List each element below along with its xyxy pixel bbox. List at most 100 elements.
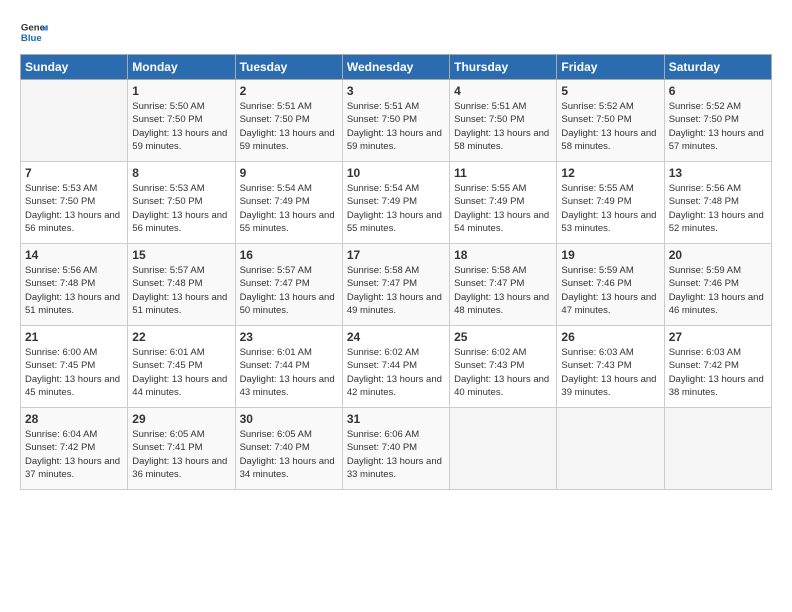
- calendar-cell: [21, 80, 128, 162]
- calendar-table: SundayMondayTuesdayWednesdayThursdayFrid…: [20, 54, 772, 490]
- calendar-cell: 10Sunrise: 5:54 AMSunset: 7:49 PMDayligh…: [342, 162, 449, 244]
- calendar-cell: 6 Sunrise: 5:52 AMSunset: 7:50 PMDaylight…: [664, 80, 771, 162]
- calendar-cell: 1 Sunrise: 5:50 AMSunset: 7:50 PMDaylight…: [128, 80, 235, 162]
- calendar-cell: 22 Sunrise: 6:01 AMSunset: 7:45 PMDayligh…: [128, 326, 235, 408]
- calendar-cell: 3Sunrise: 5:51 AMSunset: 7:50 PMDaylight…: [342, 80, 449, 162]
- day-info: Sunrise: 6:03 AMSunset: 7:43 PMDaylight:…: [561, 346, 659, 399]
- day-number: 1: [132, 84, 230, 98]
- calendar-cell: [557, 408, 664, 490]
- week-row-0: 1 Sunrise: 5:50 AMSunset: 7:50 PMDaylight…: [21, 80, 772, 162]
- day-number: 30: [240, 412, 338, 426]
- day-number: 29: [132, 412, 230, 426]
- header: General Blue: [20, 18, 772, 46]
- day-info: Sunrise: 6:00 AMSunset: 7:45 PMDaylight:…: [25, 346, 123, 399]
- header-sunday: Sunday: [21, 55, 128, 80]
- calendar-cell: 18 Sunrise: 5:58 AMSunset: 7:47 PMDayligh…: [450, 244, 557, 326]
- calendar-cell: 20Sunrise: 5:59 AMSunset: 7:46 PMDayligh…: [664, 244, 771, 326]
- day-number: 13: [669, 166, 767, 180]
- week-row-2: 14 Sunrise: 5:56 AMSunset: 7:48 PMDayligh…: [21, 244, 772, 326]
- calendar-cell: 9 Sunrise: 5:54 AMSunset: 7:49 PMDaylight…: [235, 162, 342, 244]
- day-number: 6: [669, 84, 767, 98]
- day-number: 28: [25, 412, 123, 426]
- calendar-cell: 23Sunrise: 6:01 AMSunset: 7:44 PMDayligh…: [235, 326, 342, 408]
- day-number: 11: [454, 166, 552, 180]
- calendar-cell: 29 Sunrise: 6:05 AMSunset: 7:41 PMDayligh…: [128, 408, 235, 490]
- day-info: Sunrise: 5:51 AMSunset: 7:50 PMDaylight:…: [347, 100, 445, 153]
- calendar-cell: 2Sunrise: 5:51 AMSunset: 7:50 PMDaylight…: [235, 80, 342, 162]
- day-info: Sunrise: 6:01 AMSunset: 7:45 PMDaylight:…: [132, 346, 230, 399]
- calendar-cell: 17 Sunrise: 5:58 AMSunset: 7:47 PMDayligh…: [342, 244, 449, 326]
- day-info: Sunrise: 5:54 AMSunset: 7:49 PMDaylight:…: [240, 182, 338, 235]
- day-number: 19: [561, 248, 659, 262]
- day-number: 7: [25, 166, 123, 180]
- day-number: 25: [454, 330, 552, 344]
- day-info: Sunrise: 5:52 AMSunset: 7:50 PMDaylight:…: [561, 100, 659, 153]
- logo: General Blue: [20, 18, 52, 46]
- day-number: 24: [347, 330, 445, 344]
- day-info: Sunrise: 5:56 AMSunset: 7:48 PMDaylight:…: [669, 182, 767, 235]
- day-number: 17: [347, 248, 445, 262]
- header-row: SundayMondayTuesdayWednesdayThursdayFrid…: [21, 55, 772, 80]
- day-info: Sunrise: 5:54 AMSunset: 7:49 PMDaylight:…: [347, 182, 445, 235]
- day-number: 5: [561, 84, 659, 98]
- calendar-cell: 8 Sunrise: 5:53 AMSunset: 7:50 PMDaylight…: [128, 162, 235, 244]
- day-info: Sunrise: 6:02 AMSunset: 7:44 PMDaylight:…: [347, 346, 445, 399]
- day-info: Sunrise: 5:58 AMSunset: 7:47 PMDaylight:…: [454, 264, 552, 317]
- calendar-cell: 4Sunrise: 5:51 AMSunset: 7:50 PMDaylight…: [450, 80, 557, 162]
- day-number: 14: [25, 248, 123, 262]
- calendar-cell: 11Sunrise: 5:55 AMSunset: 7:49 PMDayligh…: [450, 162, 557, 244]
- day-number: 21: [25, 330, 123, 344]
- day-info: Sunrise: 5:50 AMSunset: 7:50 PMDaylight:…: [132, 100, 230, 153]
- day-info: Sunrise: 5:59 AMSunset: 7:46 PMDaylight:…: [669, 264, 767, 317]
- day-info: Sunrise: 5:58 AMSunset: 7:47 PMDaylight:…: [347, 264, 445, 317]
- svg-text:Blue: Blue: [21, 33, 42, 44]
- day-number: 22: [132, 330, 230, 344]
- calendar-cell: 15 Sunrise: 5:57 AMSunset: 7:48 PMDayligh…: [128, 244, 235, 326]
- day-info: Sunrise: 5:57 AMSunset: 7:48 PMDaylight:…: [132, 264, 230, 317]
- calendar-cell: 7 Sunrise: 5:53 AMSunset: 7:50 PMDaylight…: [21, 162, 128, 244]
- day-number: 9: [240, 166, 338, 180]
- day-info: Sunrise: 6:04 AMSunset: 7:42 PMDaylight:…: [25, 428, 123, 481]
- day-info: Sunrise: 5:56 AMSunset: 7:48 PMDaylight:…: [25, 264, 123, 317]
- calendar-cell: 12 Sunrise: 5:55 AMSunset: 7:49 PMDayligh…: [557, 162, 664, 244]
- calendar-cell: 21 Sunrise: 6:00 AMSunset: 7:45 PMDayligh…: [21, 326, 128, 408]
- day-info: Sunrise: 6:05 AMSunset: 7:41 PMDaylight:…: [132, 428, 230, 481]
- day-info: Sunrise: 5:55 AMSunset: 7:49 PMDaylight:…: [561, 182, 659, 235]
- day-number: 31: [347, 412, 445, 426]
- calendar-cell: 5 Sunrise: 5:52 AMSunset: 7:50 PMDaylight…: [557, 80, 664, 162]
- week-row-3: 21 Sunrise: 6:00 AMSunset: 7:45 PMDayligh…: [21, 326, 772, 408]
- day-number: 16: [240, 248, 338, 262]
- day-info: Sunrise: 5:52 AMSunset: 7:50 PMDaylight:…: [669, 100, 767, 153]
- day-number: 27: [669, 330, 767, 344]
- logo-icon: General Blue: [20, 18, 48, 46]
- day-info: Sunrise: 6:03 AMSunset: 7:42 PMDaylight:…: [669, 346, 767, 399]
- calendar-cell: 31Sunrise: 6:06 AMSunset: 7:40 PMDayligh…: [342, 408, 449, 490]
- header-thursday: Thursday: [450, 55, 557, 80]
- calendar-cell: 24 Sunrise: 6:02 AMSunset: 7:44 PMDayligh…: [342, 326, 449, 408]
- day-info: Sunrise: 5:59 AMSunset: 7:46 PMDaylight:…: [561, 264, 659, 317]
- day-info: Sunrise: 5:53 AMSunset: 7:50 PMDaylight:…: [132, 182, 230, 235]
- day-info: Sunrise: 5:53 AMSunset: 7:50 PMDaylight:…: [25, 182, 123, 235]
- calendar-cell: 30 Sunrise: 6:05 AMSunset: 7:40 PMDayligh…: [235, 408, 342, 490]
- week-row-1: 7 Sunrise: 5:53 AMSunset: 7:50 PMDaylight…: [21, 162, 772, 244]
- day-info: Sunrise: 6:01 AMSunset: 7:44 PMDaylight:…: [240, 346, 338, 399]
- calendar-cell: 19 Sunrise: 5:59 AMSunset: 7:46 PMDayligh…: [557, 244, 664, 326]
- calendar-page: General Blue SundayMondayTuesdayWednesda…: [0, 0, 792, 612]
- day-number: 15: [132, 248, 230, 262]
- calendar-cell: 16Sunrise: 5:57 AMSunset: 7:47 PMDayligh…: [235, 244, 342, 326]
- calendar-cell: 25Sunrise: 6:02 AMSunset: 7:43 PMDayligh…: [450, 326, 557, 408]
- day-number: 8: [132, 166, 230, 180]
- calendar-cell: [450, 408, 557, 490]
- day-info: Sunrise: 6:05 AMSunset: 7:40 PMDaylight:…: [240, 428, 338, 481]
- day-number: 18: [454, 248, 552, 262]
- calendar-cell: 14 Sunrise: 5:56 AMSunset: 7:48 PMDayligh…: [21, 244, 128, 326]
- header-monday: Monday: [128, 55, 235, 80]
- calendar-cell: 26Sunrise: 6:03 AMSunset: 7:43 PMDayligh…: [557, 326, 664, 408]
- header-wednesday: Wednesday: [342, 55, 449, 80]
- calendar-cell: 28 Sunrise: 6:04 AMSunset: 7:42 PMDayligh…: [21, 408, 128, 490]
- header-friday: Friday: [557, 55, 664, 80]
- day-info: Sunrise: 5:51 AMSunset: 7:50 PMDaylight:…: [454, 100, 552, 153]
- header-saturday: Saturday: [664, 55, 771, 80]
- day-number: 12: [561, 166, 659, 180]
- header-tuesday: Tuesday: [235, 55, 342, 80]
